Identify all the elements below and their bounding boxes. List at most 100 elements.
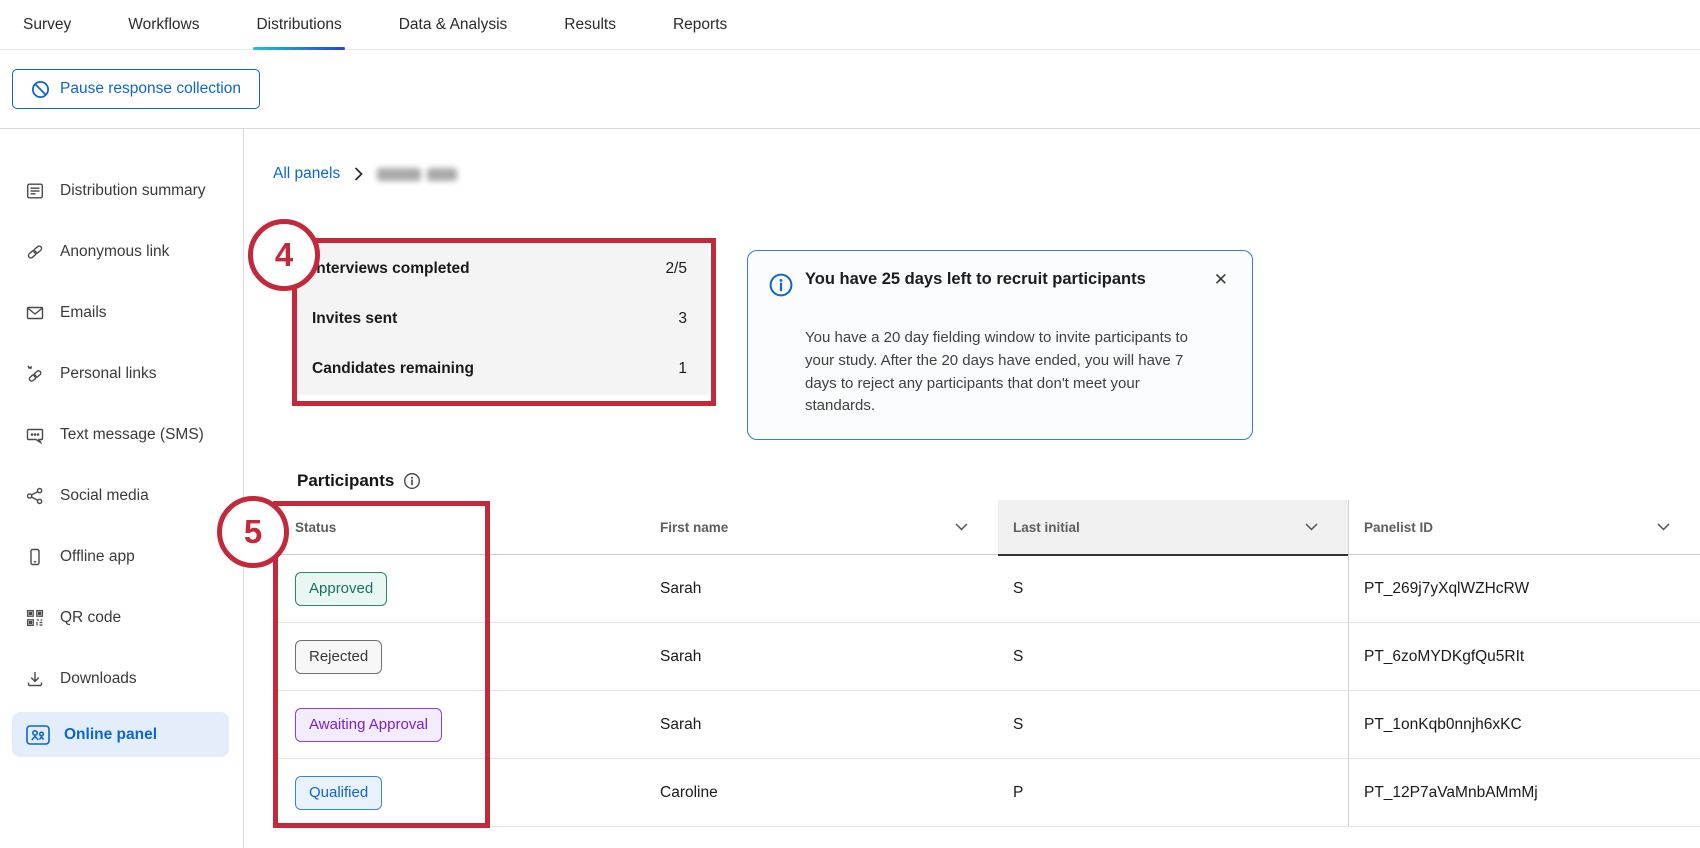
info-icon	[768, 272, 794, 298]
download-icon	[25, 669, 45, 689]
sidebar-item-downloads[interactable]: Downloads	[0, 648, 243, 709]
annotation-number: 5	[244, 513, 262, 551]
header-divider	[0, 128, 1700, 129]
notice-title: You have 25 days left to recruit partici…	[805, 268, 1185, 292]
last-initial-cell: S	[1013, 648, 1023, 666]
panelist-id-cell: PT_12P7aVaMnbAMmMj	[1364, 784, 1538, 802]
notice-body: You have a 20 day fielding window to inv…	[805, 327, 1209, 418]
first-name-cell: Sarah	[660, 580, 701, 598]
table-row[interactable]: Awaiting Approval Sarah S PT_1onKqb0nnjh…	[273, 691, 1700, 759]
sidebar-item-anonymous-link[interactable]: Anonymous link	[0, 221, 243, 282]
stat-value: 3	[678, 310, 687, 328]
column-header-last-initial[interactable]: Last initial	[998, 500, 1348, 556]
people-panel-icon	[25, 723, 51, 747]
panelist-id-cell: PT_1onKqb0nnjh6xKC	[1364, 716, 1522, 734]
status-badge: Rejected	[295, 640, 382, 674]
sidebar-label: Social media	[60, 487, 149, 505]
sidebar-item-offline-app[interactable]: Offline app	[0, 526, 243, 587]
tab-reports[interactable]: Reports	[673, 0, 727, 50]
last-initial-cell: S	[1013, 716, 1023, 734]
stat-label: Invites sent	[312, 310, 397, 328]
stat-label: Interviews completed	[312, 260, 470, 278]
annotation-number: 4	[275, 236, 293, 274]
redacted-panel-name	[377, 168, 457, 181]
first-name-cell: Sarah	[660, 648, 701, 666]
first-name-cell: Caroline	[660, 784, 718, 802]
no-entry-icon	[31, 80, 50, 99]
last-initial-cell: P	[1013, 784, 1023, 802]
table-row[interactable]: Approved Sarah S PT_269j7yXqlWZHcRW	[273, 555, 1700, 623]
stat-label: Candidates remaining	[312, 360, 474, 378]
stat-row-invites-sent: Invites sent 3	[312, 310, 687, 328]
document-summary-icon	[25, 181, 45, 201]
sidebar-item-online-panel[interactable]: Online panel	[12, 712, 229, 757]
chevron-down-icon[interactable]	[1657, 523, 1670, 531]
column-label: Status	[295, 520, 336, 535]
recruitment-stats-box: Interviews completed 2/5 Invites sent 3 …	[297, 243, 709, 395]
panelist-id-cell: PT_6zoMYDKgfQu5RIt	[1364, 648, 1524, 666]
personal-link-icon	[25, 364, 45, 384]
sidebar-label: Emails	[60, 304, 107, 322]
sidebar-item-text-message-sms[interactable]: Text message (SMS)	[0, 404, 243, 465]
sms-bubble-icon	[25, 425, 45, 445]
toolbar: Pause response collection	[0, 50, 1700, 128]
tab-workflows[interactable]: Workflows	[128, 0, 199, 50]
chevron-right-icon	[354, 167, 363, 181]
sidebar-label: Offline app	[60, 548, 135, 566]
share-icon	[25, 486, 45, 506]
close-icon[interactable]: ✕	[1210, 267, 1232, 292]
stat-value: 1	[678, 360, 687, 378]
status-badge: Approved	[295, 572, 387, 606]
sidebar-item-social-media[interactable]: Social media	[0, 465, 243, 526]
participants-heading: Participants	[297, 471, 421, 491]
breadcrumb-all-panels-link[interactable]: All panels	[273, 165, 340, 183]
pause-button-label: Pause response collection	[60, 80, 241, 98]
status-badge: Awaiting Approval	[295, 708, 442, 742]
sidebar-label: Downloads	[60, 670, 137, 688]
sidebar-label: Online panel	[64, 726, 157, 744]
column-label: Last initial	[1013, 520, 1080, 535]
table-row[interactable]: Rejected Sarah S PT_6zoMYDKgfQu5RIt	[273, 623, 1700, 691]
stat-value: 2/5	[665, 260, 687, 278]
distribution-sidebar: Distribution summary Anonymous link	[0, 129, 244, 848]
sidebar-item-personal-links[interactable]: Personal links	[0, 343, 243, 404]
tab-results[interactable]: Results	[564, 0, 616, 50]
recruitment-notice: You have 25 days left to recruit partici…	[747, 250, 1253, 440]
column-label: Panelist ID	[1364, 520, 1433, 535]
pause-response-collection-button[interactable]: Pause response collection	[12, 69, 260, 109]
status-badge: Qualified	[295, 776, 382, 810]
qualtrics-distributions-page: Survey Workflows Distributions Data & An…	[0, 0, 1700, 848]
column-header-panelist-id[interactable]: Panelist ID	[1348, 500, 1700, 554]
panelist-id-cell: PT_269j7yXqlWZHcRW	[1364, 580, 1529, 598]
breadcrumb: All panels	[273, 165, 457, 183]
sidebar-label: Text message (SMS)	[60, 426, 204, 444]
chevron-down-icon[interactable]	[955, 523, 968, 531]
sidebar-item-distribution-summary[interactable]: Distribution summary	[0, 160, 243, 221]
column-label: First name	[660, 520, 728, 535]
tab-survey[interactable]: Survey	[23, 0, 71, 50]
first-name-cell: Sarah	[660, 716, 701, 734]
table-header-row: Status First name Last initial Panelist …	[273, 500, 1700, 555]
sidebar-label: Anonymous link	[60, 243, 169, 261]
participants-table: Status First name Last initial Panelist …	[273, 500, 1700, 827]
sidebar-label: Personal links	[60, 365, 157, 383]
qr-code-icon	[25, 608, 45, 628]
last-initial-cell: S	[1013, 580, 1023, 598]
mobile-icon	[25, 547, 45, 567]
participants-title: Participants	[297, 471, 394, 491]
chevron-down-icon[interactable]	[1305, 523, 1318, 531]
top-nav: Survey Workflows Distributions Data & An…	[0, 0, 1700, 50]
column-header-first-name[interactable]: First name	[660, 500, 998, 554]
sidebar-label: Distribution summary	[60, 182, 206, 200]
table-row[interactable]: Qualified Caroline P PT_12P7aVaMnbAMmMj	[273, 759, 1700, 827]
tab-data-analysis[interactable]: Data & Analysis	[399, 0, 508, 50]
sidebar-item-emails[interactable]: Emails	[0, 282, 243, 343]
stat-row-candidates-remaining: Candidates remaining 1	[312, 360, 687, 378]
stat-row-interviews-completed: Interviews completed 2/5	[312, 260, 687, 278]
sidebar-item-qr-code[interactable]: QR code	[0, 587, 243, 648]
sidebar-label: QR code	[60, 609, 121, 627]
column-header-status[interactable]: Status	[273, 500, 660, 554]
tab-distributions[interactable]: Distributions	[256, 0, 341, 50]
envelope-icon	[25, 303, 45, 323]
info-circle-icon[interactable]	[403, 472, 421, 490]
